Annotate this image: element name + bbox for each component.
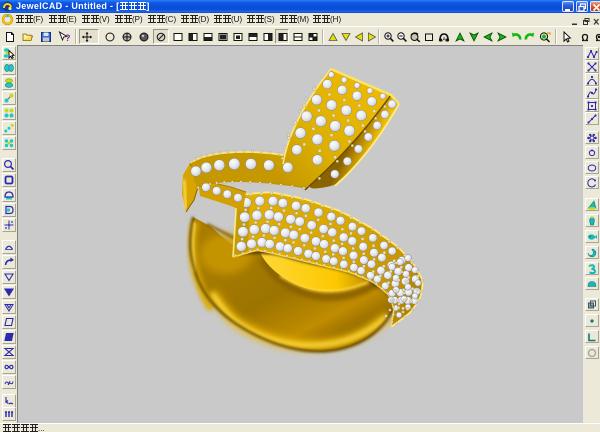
svg-text:A: A (442, 38, 446, 44)
svg-text:?: ? (65, 33, 70, 43)
